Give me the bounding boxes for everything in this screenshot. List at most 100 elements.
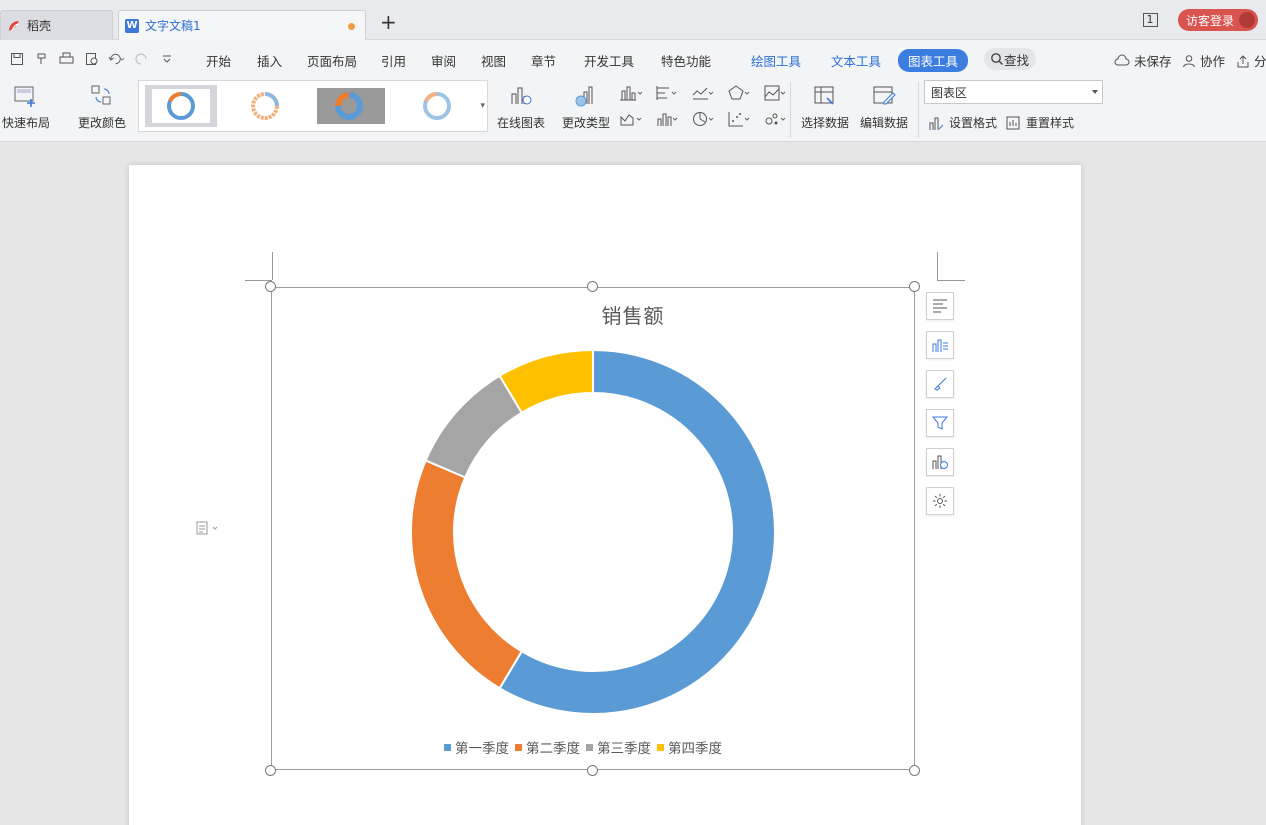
chart-style-3[interactable] — [315, 85, 387, 127]
change-color-button[interactable]: 更改颜色 — [72, 82, 132, 131]
chart-format-button[interactable] — [926, 370, 954, 398]
menu-developer[interactable]: 开发工具 — [584, 51, 634, 70]
chart-style-gallery[interactable]: ▾ — [138, 80, 488, 132]
tab-document[interactable]: W 文字文稿1 — [118, 10, 366, 40]
chart-elements-button[interactable] — [926, 292, 954, 320]
legend-item[interactable]: 第一季度 — [444, 737, 509, 757]
menu-chart-tools[interactable]: 图表工具 — [898, 49, 968, 72]
select-data-button[interactable]: 选择数据 — [800, 82, 850, 131]
radar-chart-icon[interactable] — [728, 84, 754, 102]
cloud-save-status[interactable]: 未保存 — [1114, 51, 1172, 70]
menu-page-layout[interactable]: 页面布局 — [307, 51, 357, 70]
online-chart-label: 在线图表 — [497, 114, 545, 131]
tab-docer[interactable]: 稻壳 — [0, 10, 113, 40]
paragraph-layout-icon[interactable] — [196, 520, 224, 536]
new-tab-button[interactable]: + — [380, 13, 397, 31]
set-format-button[interactable]: 设置格式 — [928, 114, 997, 131]
chart-legend[interactable]: 第一季度第二季度第三季度第四季度 — [444, 737, 722, 757]
resize-handle[interactable] — [265, 765, 276, 776]
combo-chart-icon[interactable] — [656, 110, 682, 128]
area-chart-icon[interactable] — [764, 84, 790, 102]
bubble-chart-icon[interactable] — [764, 110, 790, 128]
select-data-icon — [812, 82, 838, 110]
format-painter-icon[interactable] — [33, 51, 50, 67]
resize-handle[interactable] — [909, 765, 920, 776]
edit-data-label: 编辑数据 — [860, 114, 908, 131]
chart-element-value: 图表区 — [931, 84, 967, 101]
line-chart-icon[interactable] — [692, 84, 718, 102]
docer-logo-icon — [7, 19, 21, 33]
menu-home[interactable]: 开始 — [206, 51, 231, 70]
menu-chapter[interactable]: 章节 — [531, 51, 556, 70]
ribbon: 快速布局 更改颜色 ▾ 在线图表 更改类型 — [0, 78, 1266, 142]
print-preview-icon[interactable] — [83, 51, 100, 67]
menu-text-tools[interactable]: 文本工具 — [831, 51, 881, 70]
chart-type-row-1 — [620, 84, 790, 102]
collaborate-button[interactable]: 协作 — [1182, 51, 1225, 70]
legend-label: 第三季度 — [597, 737, 651, 757]
legend-item[interactable]: 第三季度 — [586, 737, 651, 757]
search-button[interactable]: 查找 — [984, 48, 1036, 70]
format-icon — [928, 115, 944, 131]
resize-handle[interactable] — [587, 281, 598, 292]
change-type-label: 更改类型 — [562, 114, 610, 131]
share-icon — [1236, 54, 1250, 68]
chart-style-1[interactable] — [145, 85, 217, 127]
ribbon-separator — [918, 82, 919, 138]
online-chart-button[interactable]: 在线图表 — [492, 82, 550, 131]
redo-icon[interactable] — [133, 51, 150, 67]
user-icon — [1182, 54, 1196, 68]
edit-data-button[interactable]: 编辑数据 — [858, 82, 910, 131]
save-icon[interactable] — [8, 51, 25, 67]
resize-handle[interactable] — [909, 281, 920, 292]
gallery-more-icon[interactable]: ▾ — [480, 101, 485, 111]
change-type-button[interactable]: 更改类型 — [560, 82, 612, 131]
resize-handle[interactable] — [587, 765, 598, 776]
chart-filter-button[interactable] — [926, 409, 954, 437]
search-label: 查找 — [1004, 50, 1029, 69]
guest-login-button[interactable]: 访客登录 — [1178, 9, 1258, 31]
undo-icon[interactable] — [108, 51, 125, 67]
tab-label: 文字文稿1 — [145, 17, 201, 34]
pie-chart-icon[interactable] — [692, 110, 718, 128]
window-count-button[interactable]: 1 — [1138, 12, 1162, 28]
chart-style-button[interactable] — [926, 331, 954, 359]
menu-view[interactable]: 视图 — [481, 51, 506, 70]
chart-element-select[interactable]: 图表区 — [924, 80, 1103, 104]
stock-chart-icon[interactable] — [620, 110, 646, 128]
chart-type-row-2 — [620, 110, 790, 128]
resize-handle[interactable] — [265, 281, 276, 292]
reset-style-button[interactable]: 重置样式 — [1005, 114, 1074, 131]
legend-item[interactable]: 第四季度 — [657, 737, 722, 757]
print-icon[interactable] — [58, 51, 75, 67]
chart-frame[interactable] — [271, 287, 915, 770]
edit-data-icon — [871, 82, 897, 110]
menu-references[interactable]: 引用 — [381, 51, 406, 70]
menu-drawing-tools[interactable]: 绘图工具 — [751, 51, 801, 70]
chart-settings-button[interactable] — [926, 487, 954, 515]
menu-special[interactable]: 特色功能 — [661, 51, 711, 70]
quick-layout-icon — [13, 82, 39, 110]
more-chevron-icon[interactable] — [158, 51, 175, 67]
quick-layout-button[interactable]: 快速布局 — [0, 82, 54, 131]
menu-insert[interactable]: 插入 — [257, 51, 282, 70]
crop-mark — [272, 252, 273, 280]
legend-label: 第四季度 — [668, 737, 722, 757]
avatar-icon — [1239, 12, 1255, 28]
menu-review[interactable]: 审阅 — [431, 51, 456, 70]
online-chart-side-button[interactable] — [926, 448, 954, 476]
chart-title[interactable]: 销售额 — [0, 300, 1266, 329]
change-color-label: 更改颜色 — [78, 114, 126, 131]
column-chart-icon[interactable] — [620, 84, 646, 102]
bar-chart-icon[interactable] — [656, 84, 682, 102]
title-bar: 稻壳 W 文字文稿1 + 1 访客登录 — [0, 0, 1266, 40]
scatter-chart-icon[interactable] — [728, 110, 754, 128]
legend-label: 第一季度 — [455, 737, 509, 757]
chart-style-4[interactable] — [401, 85, 473, 127]
chart-style-2[interactable] — [229, 85, 301, 127]
legend-item[interactable]: 第二季度 — [515, 737, 580, 757]
reset-style-label: 重置样式 — [1026, 114, 1074, 131]
set-format-label: 设置格式 — [949, 114, 997, 131]
share-button[interactable]: 分 — [1236, 51, 1266, 70]
online-chart-icon — [508, 82, 534, 110]
